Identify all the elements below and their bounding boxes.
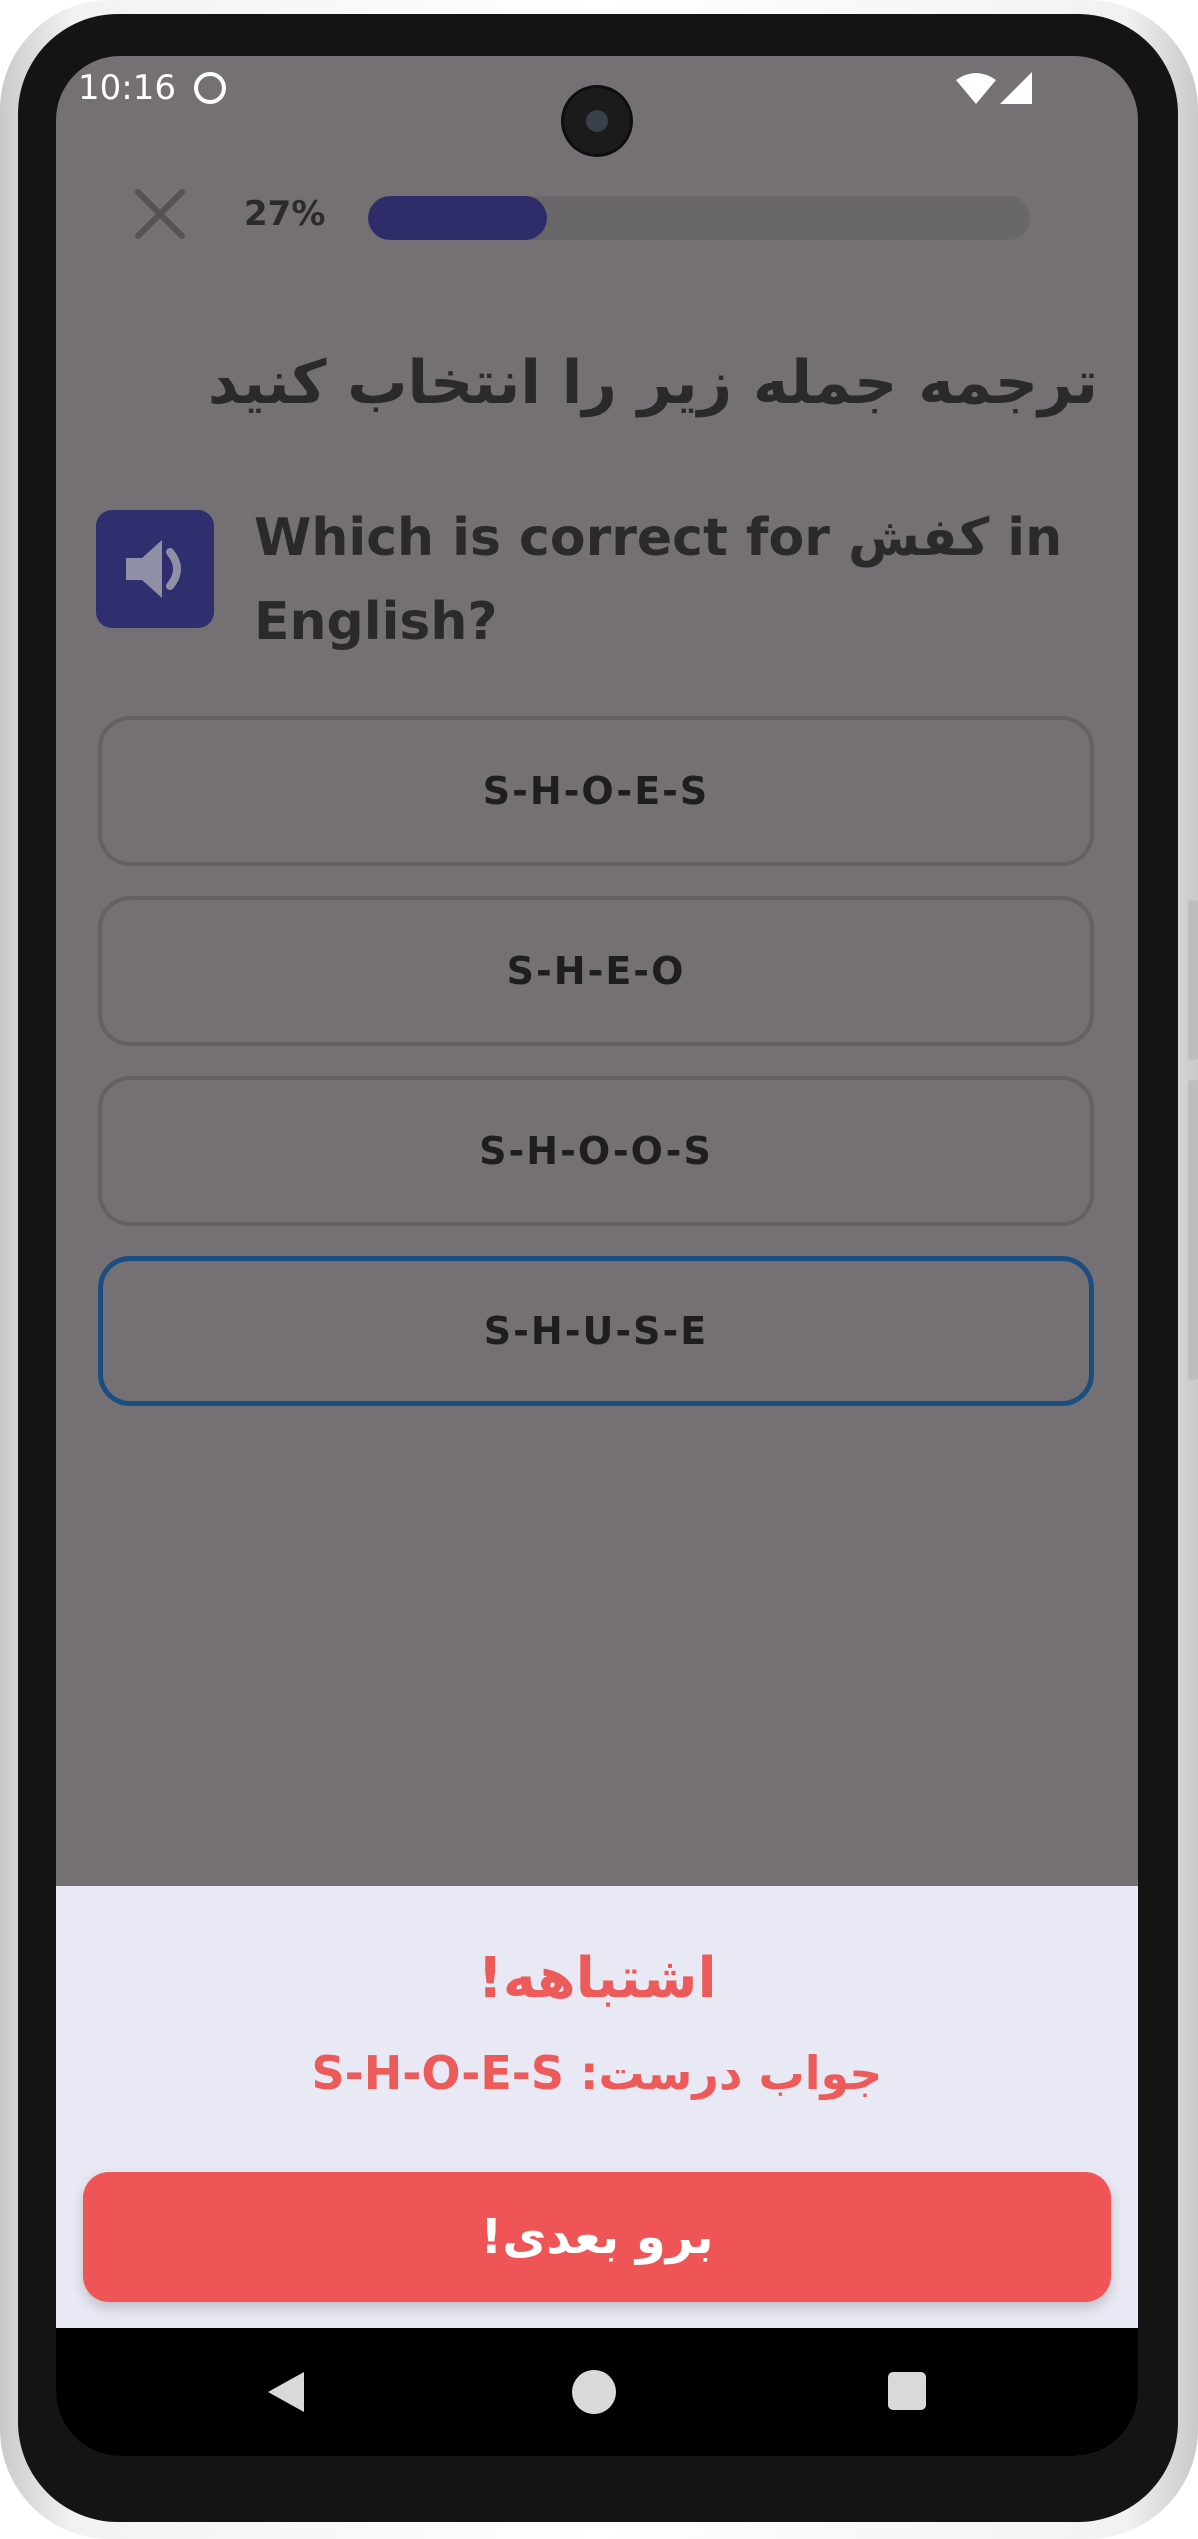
system-nav-bar (56, 2328, 1138, 2456)
recents-icon[interactable] (888, 2372, 926, 2410)
signal-icon (1000, 72, 1032, 104)
answer-option-label: S-H-U-S-E (483, 1309, 709, 1353)
back-icon[interactable] (264, 2368, 308, 2416)
status-right-icons (954, 70, 1038, 114)
answer-option-label: S-H-E-O (506, 949, 686, 993)
play-audio-button[interactable] (96, 510, 214, 628)
correct-answer-text: جواب درست: S-H-O-E-S (311, 2046, 883, 2100)
answer-option-1[interactable]: S-H-O-E-S (98, 716, 1094, 866)
front-camera (564, 88, 630, 154)
next-button[interactable]: برو بعدی! (83, 2172, 1111, 2302)
progress-bar-fill (368, 196, 547, 240)
answer-option-3[interactable]: S-H-O-O-S (98, 1076, 1094, 1226)
phone-volume-button (1188, 1080, 1198, 1380)
answer-option-label: S-H-O-E-S (482, 769, 710, 813)
close-icon[interactable] (130, 184, 190, 244)
next-button-label: برو بعدی! (480, 2209, 714, 2265)
progress-bar (368, 196, 1030, 240)
app-screen: 10:16 27% ترجمه جمله زیر را انتخاب کنید (56, 56, 1138, 2456)
answer-option-2[interactable]: S-H-E-O (98, 896, 1094, 1046)
status-time: 10:16 (78, 68, 176, 108)
question-text: Which is correct for کفش in English? (254, 508, 1063, 652)
exercise-title: ترجمه جمله زیر را انتخاب کنید (207, 348, 1098, 418)
speaker-icon (126, 540, 181, 598)
phone-side-button (1188, 900, 1198, 1060)
progress-percent: 27% (244, 194, 326, 234)
feedback-title: اشتباهه! (477, 1946, 717, 2011)
answer-option-4-selected[interactable]: S-H-U-S-E (98, 1256, 1094, 1406)
home-icon[interactable] (572, 2370, 616, 2414)
app-notification-icon (194, 72, 226, 104)
feedback-panel: اشتباهه! جواب درست: S-H-O-E-S برو بعدی! (56, 1886, 1138, 2328)
answer-option-label: S-H-O-O-S (479, 1129, 713, 1173)
wifi-icon (956, 73, 996, 104)
phone-frame: 10:16 27% ترجمه جمله زیر را انتخاب کنید (0, 0, 1198, 2539)
